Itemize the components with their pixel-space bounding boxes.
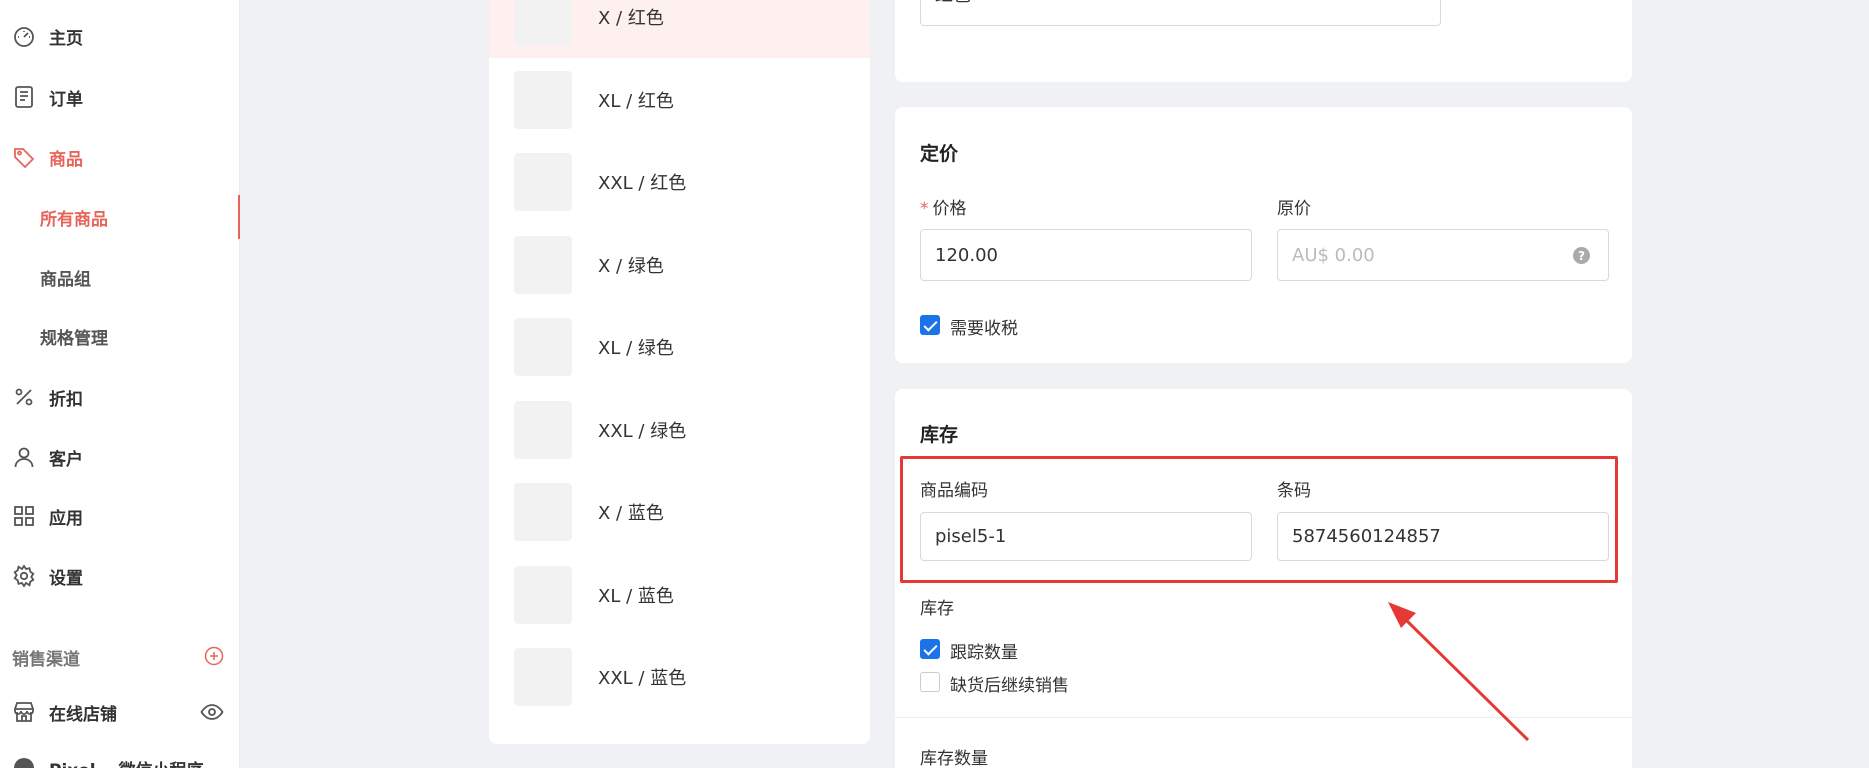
sales-channels-label: 销售渠道: [12, 650, 80, 670]
nav-label: 应用: [49, 508, 83, 529]
variant-row[interactable]: XL / 蓝色: [489, 554, 870, 636]
sidebar-item-spec-management[interactable]: 规格管理: [0, 314, 240, 358]
variant-row[interactable]: XL / 红色: [489, 59, 870, 141]
price-input[interactable]: 120.00: [920, 229, 1252, 281]
nav-label: 设置: [49, 568, 83, 589]
eye-icon[interactable]: [200, 700, 224, 724]
variant-label: XXL / 蓝色: [598, 668, 687, 689]
nav-item-settings[interactable]: 设置: [0, 554, 240, 598]
option-card: 红色: [895, 0, 1632, 82]
option-value-input[interactable]: 红色: [920, 0, 1441, 26]
variant-thumbnail: [514, 318, 572, 376]
track-quantity-checkbox[interactable]: [920, 639, 940, 659]
variant-label: X / 蓝色: [598, 503, 664, 524]
track-quantity-label: 跟踪数量: [950, 643, 1018, 663]
original-price-placeholder: AU$ 0.00: [1292, 244, 1375, 266]
taxable-label: 需要收税: [950, 319, 1018, 339]
option-value-text: 红色: [935, 0, 971, 7]
tag-icon: [12, 145, 36, 169]
variant-row[interactable]: XXL / 蓝色: [489, 636, 870, 718]
store-icon: [12, 700, 36, 724]
percent-icon: [12, 385, 36, 409]
variant-list: X / 红色 XL / 红色 XXL / 红色 X / 绿色 XL / 绿色 X…: [489, 0, 870, 744]
continue-selling-label: 缺货后继续销售: [950, 676, 1069, 696]
barcode-label: 条码: [1277, 481, 1311, 501]
sub-item-label: 所有商品: [40, 209, 108, 230]
nav-item-customers[interactable]: 客户: [0, 435, 240, 479]
sku-input[interactable]: pisel5-1: [920, 512, 1252, 561]
variant-label: XXL / 绿色: [598, 421, 687, 442]
taxable-checkbox[interactable]: [920, 315, 940, 335]
dashboard-icon: [12, 24, 36, 48]
original-price-label: 原价: [1277, 199, 1311, 219]
variant-row[interactable]: X / 红色: [489, 0, 870, 58]
nav-label: 在线店铺: [49, 704, 117, 725]
variant-thumbnail: [514, 483, 572, 541]
nav-label: Pixel… 微信小程序: [49, 756, 204, 768]
help-icon[interactable]: ?: [1573, 247, 1590, 264]
variant-thumbnail: [514, 71, 572, 129]
variant-thumbnail: [514, 153, 572, 211]
variant-label: X / 红色: [598, 8, 664, 29]
pricing-card: 定价 * 价格 120.00 原价 AU$ 0.00 ? 需要收税: [895, 107, 1632, 363]
sidebar-item-product-groups[interactable]: 商品组: [0, 255, 240, 299]
divider: [895, 717, 1632, 718]
variant-thumbnail: [514, 401, 572, 459]
sidebar: 主页 订单 商品 所有商品 商品组 规格管理 折扣 客户 应用 设置 销售渠道 …: [0, 0, 240, 768]
user-icon: [12, 445, 36, 469]
variant-label: X / 绿色: [598, 256, 664, 277]
barcode-value: 5874560124857: [1292, 526, 1441, 547]
nav-label: 折扣: [49, 389, 83, 410]
sub-item-label: 规格管理: [40, 328, 108, 349]
variant-row[interactable]: X / 绿色: [489, 224, 870, 306]
apps-icon: [12, 504, 36, 528]
variant-row[interactable]: XXL / 绿色: [489, 389, 870, 471]
variant-label: XL / 绿色: [598, 338, 674, 359]
original-price-input[interactable]: AU$ 0.00 ?: [1277, 229, 1609, 281]
sidebar-item-all-products[interactable]: 所有商品: [0, 195, 240, 239]
nav-item-products[interactable]: 商品: [0, 135, 240, 179]
variant-row[interactable]: XL / 绿色: [489, 306, 870, 388]
required-mark: *: [920, 199, 929, 219]
order-icon: [12, 85, 36, 109]
nav-item-apps[interactable]: 应用: [0, 494, 240, 538]
variant-row[interactable]: XXL / 红色: [489, 141, 870, 223]
variant-row[interactable]: X / 蓝色: [489, 471, 870, 553]
nav-label: 客户: [49, 449, 83, 470]
variant-thumbnail: [514, 648, 572, 706]
add-channel-icon[interactable]: [204, 646, 224, 666]
barcode-input[interactable]: 5874560124857: [1277, 512, 1609, 561]
price-label: * 价格: [920, 194, 967, 219]
nav-label: 主页: [49, 28, 83, 49]
price-value: 120.00: [935, 244, 998, 266]
sku-value: pisel5-1: [935, 526, 1007, 547]
sub-item-label: 商品组: [40, 269, 91, 290]
nav-item-discounts[interactable]: 折扣: [0, 375, 240, 419]
pricing-title: 定价: [920, 143, 959, 165]
variant-thumbnail: [514, 236, 572, 294]
inventory-title: 库存: [920, 424, 959, 446]
quantity-label: 库存数量: [920, 749, 988, 768]
variant-thumbnail: [514, 566, 572, 624]
nav-item-next-channel[interactable]: Pixel… 微信小程序: [0, 746, 240, 768]
variant-label: XL / 蓝色: [598, 586, 674, 607]
nav-item-orders[interactable]: 订单: [0, 75, 240, 119]
gear-icon: [12, 564, 36, 588]
continue-selling-checkbox[interactable]: [920, 672, 940, 692]
inventory-card: 库存 商品编码 pisel5-1 条码 5874560124857 库存 跟踪数…: [895, 389, 1632, 768]
nav-label: 订单: [49, 89, 83, 110]
stock-label: 库存: [920, 599, 954, 619]
app-channel-icon: [12, 756, 36, 768]
variant-thumbnail: [514, 0, 572, 46]
variant-label: XXL / 红色: [598, 173, 687, 194]
price-label-text: 价格: [932, 199, 967, 219]
variant-label: XL / 红色: [598, 91, 674, 112]
sku-label: 商品编码: [920, 481, 988, 501]
nav-label: 商品: [49, 149, 83, 170]
nav-item-home[interactable]: 主页: [0, 14, 240, 58]
